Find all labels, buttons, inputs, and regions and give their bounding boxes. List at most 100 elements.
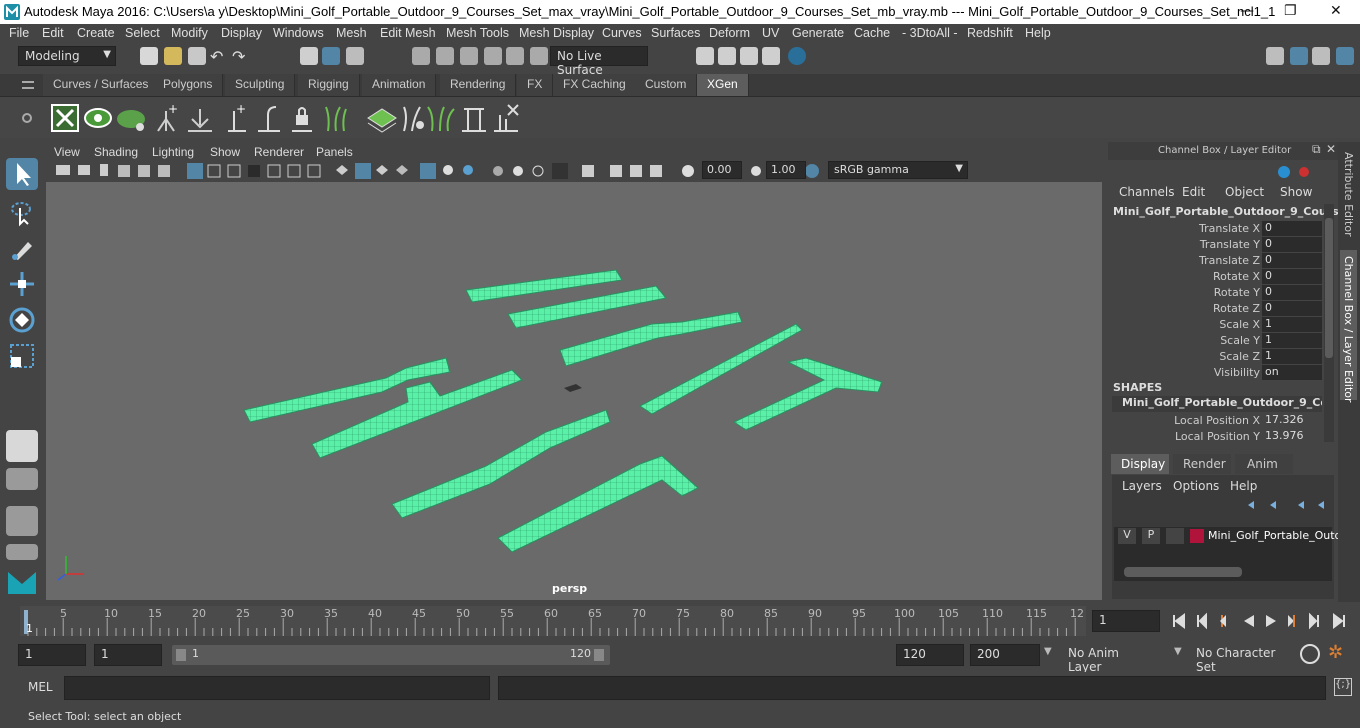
- use-all-lights-icon[interactable]: [420, 163, 436, 179]
- shelf-tab-custom[interactable]: Custom: [635, 74, 698, 96]
- menu-file[interactable]: File: [9, 26, 29, 40]
- attr-visibility[interactable]: Visibility on: [1108, 365, 1322, 381]
- mel-label[interactable]: MEL: [28, 680, 53, 694]
- select-object-icon[interactable]: [322, 47, 340, 65]
- color-space-dropdown[interactable]: sRGB gamma ▼: [828, 161, 968, 179]
- gate-mask-icon[interactable]: [248, 165, 260, 177]
- viewport-menu-lighting[interactable]: Lighting: [152, 145, 194, 159]
- attr-translate-y[interactable]: Translate Y0: [1108, 237, 1322, 253]
- exposure-icon[interactable]: [682, 165, 694, 177]
- animation-preferences-icon[interactable]: ✲: [1328, 642, 1343, 663]
- layer-visibility-toggle[interactable]: V: [1118, 528, 1136, 544]
- start-time-field[interactable]: 1: [18, 644, 86, 666]
- open-scene-icon[interactable]: [164, 47, 182, 65]
- render-frame-icon[interactable]: [718, 47, 736, 65]
- shelf-menu-icon[interactable]: [22, 81, 34, 89]
- render-settings-icon[interactable]: [762, 47, 780, 65]
- menu-redshift[interactable]: Redshift: [967, 26, 1013, 40]
- menu-cache[interactable]: Cache: [854, 26, 890, 40]
- go-to-start-icon[interactable]: [1173, 613, 1185, 629]
- speed-icon[interactable]: [1299, 167, 1309, 177]
- snap-vertex-icon[interactable]: [530, 47, 548, 65]
- menu-mesh[interactable]: Mesh: [336, 26, 367, 40]
- xray-icon[interactable]: [582, 165, 594, 177]
- exposure-field[interactable]: 0.00: [702, 161, 742, 179]
- grease-pencil-icon[interactable]: [158, 165, 170, 177]
- shelf-tab-xgen[interactable]: XGen: [697, 74, 749, 96]
- layer-name[interactable]: Mini_Golf_Portable_Outd: [1208, 529, 1342, 542]
- gamma-field[interactable]: 1.00: [766, 161, 806, 179]
- undo-icon[interactable]: ↶: [210, 47, 228, 66]
- close-panel-icon[interactable]: ✕: [1326, 142, 1336, 156]
- chevron-down-icon[interactable]: ▼: [1044, 646, 1052, 657]
- attr-rotate-y[interactable]: Rotate Y0: [1108, 285, 1322, 301]
- viewport-menu-view[interactable]: View: [54, 145, 80, 159]
- film-gate-icon[interactable]: [207, 164, 221, 178]
- xgen-delete-guide-icon[interactable]: [494, 104, 519, 132]
- attr-scale-z[interactable]: Scale Z1: [1108, 349, 1322, 365]
- smooth-shade-icon[interactable]: [355, 163, 371, 179]
- time-slider[interactable]: 1 5 10 15 20 25 30 35 40 45 50 55 60 65 …: [0, 602, 1360, 638]
- shelf-tab-curves-surfaces[interactable]: Curves / Surfaces: [43, 74, 160, 96]
- select-hierarchy-icon[interactable]: [300, 47, 318, 65]
- xgen-guide-length-icon[interactable]: +: [228, 102, 246, 132]
- viewport-menu-shading[interactable]: Shading: [94, 145, 138, 159]
- textured-icon[interactable]: [396, 165, 408, 175]
- shelf-tab-fx-caching[interactable]: FX Caching: [553, 74, 637, 96]
- ipr-render-icon[interactable]: [740, 47, 758, 65]
- grid-toggle-icon[interactable]: [187, 163, 203, 179]
- viewport-3d-canvas[interactable]: persp: [46, 182, 1102, 600]
- new-empty-layer-icon[interactable]: [1298, 501, 1304, 509]
- xgen-create-description-icon[interactable]: [51, 104, 79, 132]
- modeling-toolkit-icon[interactable]: [1266, 47, 1284, 65]
- maximize-button[interactable]: ❐: [1284, 3, 1297, 19]
- range-slider[interactable]: 1 120: [172, 645, 610, 665]
- persp-outliner-layout-button[interactable]: [6, 506, 38, 536]
- viewport-menu-renderer[interactable]: Renderer: [254, 145, 304, 159]
- menu-create[interactable]: Create: [77, 26, 115, 40]
- scale-tool-button[interactable]: [6, 340, 38, 372]
- snap-view-plane-icon[interactable]: [484, 47, 502, 65]
- menu-modify[interactable]: Modify: [171, 26, 208, 40]
- wireframe-on-shaded-icon[interactable]: [376, 165, 388, 175]
- snap-curve-icon[interactable]: [436, 47, 454, 65]
- move-tool-button[interactable]: [6, 268, 38, 300]
- layer-color-swatch[interactable]: [1190, 529, 1204, 543]
- viewport-menu-panels[interactable]: Panels: [316, 145, 353, 159]
- color-management-icon[interactable]: [805, 164, 819, 178]
- select-tool-button[interactable]: [6, 158, 38, 190]
- safe-title-icon[interactable]: [307, 164, 321, 178]
- channel-box-toggle-icon[interactable]: [1336, 47, 1354, 65]
- end-time-field[interactable]: 200: [970, 644, 1040, 666]
- attr-translate-z[interactable]: Translate Z0: [1108, 253, 1322, 269]
- resolution-gate-icon[interactable]: [227, 164, 241, 178]
- attr-rotate-z[interactable]: Rotate Z0: [1108, 301, 1322, 317]
- range-end-handle[interactable]: [594, 649, 604, 661]
- close-button[interactable]: ✕: [1330, 3, 1342, 19]
- xgen-guide-sculpt-icon[interactable]: [325, 106, 347, 132]
- scrollbar-thumb[interactable]: [1325, 218, 1333, 358]
- camera-select-icon[interactable]: [56, 165, 70, 175]
- xgen-guides-to-curves-icon[interactable]: [403, 106, 424, 132]
- attr-translate-x[interactable]: Translate X0: [1108, 221, 1322, 237]
- menu-help[interactable]: Help: [1025, 26, 1051, 40]
- show-menu[interactable]: Show: [1280, 185, 1312, 199]
- command-input[interactable]: [64, 676, 490, 700]
- new-scene-icon[interactable]: [140, 47, 158, 65]
- menu-windows[interactable]: Windows: [273, 26, 324, 40]
- multisample-aa-icon[interactable]: [513, 166, 523, 176]
- channel-box-scrollbar[interactable]: [1324, 204, 1334, 442]
- attr-rotate-x[interactable]: Rotate X0: [1108, 269, 1322, 285]
- attribute-editor-toggle-icon[interactable]: [1290, 47, 1308, 65]
- gamma-icon[interactable]: [751, 166, 761, 176]
- shelf-tab-sculpting[interactable]: Sculpting: [225, 74, 296, 96]
- 2d-pan-zoom-icon[interactable]: [138, 165, 150, 177]
- snap-surface-icon[interactable]: [506, 47, 524, 65]
- xgen-add-guide-icon[interactable]: +: [157, 102, 178, 132]
- field-chart-icon[interactable]: [267, 164, 281, 178]
- chevron-down-icon[interactable]: ▼: [1174, 646, 1182, 657]
- playback-end-field[interactable]: 120: [896, 644, 964, 666]
- layer-reference-toggle[interactable]: [1166, 528, 1184, 544]
- shelf-tab-fx[interactable]: FX: [517, 74, 554, 96]
- shelf-tab-rigging[interactable]: Rigging: [298, 74, 360, 96]
